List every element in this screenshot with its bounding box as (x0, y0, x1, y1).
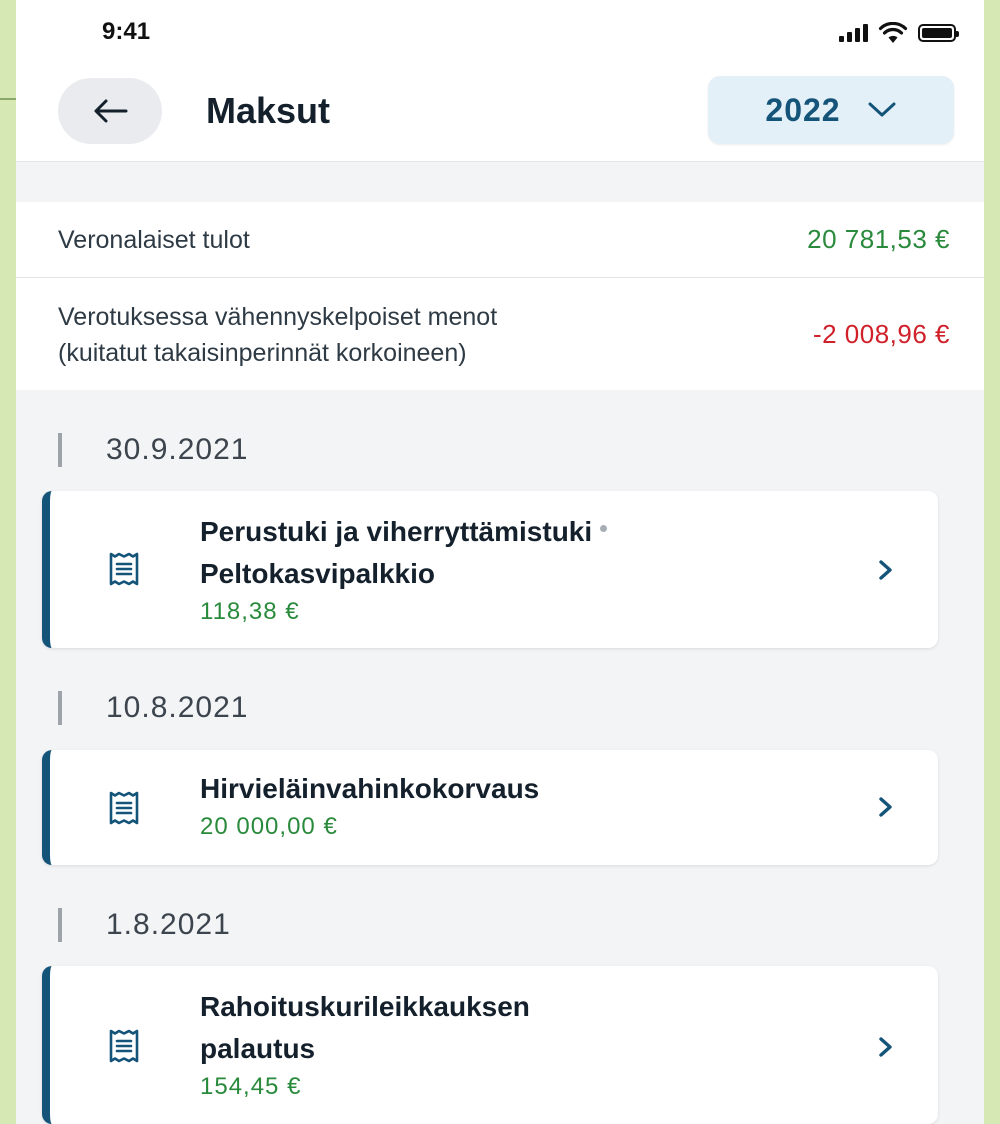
deductible-label-line2: (kuitatut takaisinperinnät korkoineen) (58, 339, 467, 367)
payment-subtitle: palautus (200, 1033, 316, 1064)
battery-icon (918, 24, 959, 42)
chevron-right-icon (878, 1036, 894, 1063)
receipt-icon (108, 551, 140, 592)
date-heading: 10.8.2021 (58, 688, 248, 728)
date-text: 30.9.2021 (106, 433, 249, 466)
date-text: 10.8.2021 (106, 691, 249, 724)
receipt-icon (108, 790, 140, 831)
phone-screen: 9:41 Maksut 2022 Veronalaiset tulot 20 7… (16, 0, 984, 1124)
payment-card[interactable]: Rahoituskurileikkauksen palautus 154,45 … (42, 966, 938, 1124)
taxable-income-value: 20 781,53 € (807, 224, 950, 254)
arrow-left-icon (94, 99, 128, 123)
payment-card-body: Hirvieläinvahinkokorvaus 20 000,00 € (200, 768, 838, 844)
date-heading: 30.9.2021 (58, 430, 248, 470)
taxable-income-row: Veronalaiset tulot 20 781,53 € (16, 202, 984, 278)
payment-title: Perustuki ja viherryttämistuki (200, 511, 838, 553)
cellular-signal-icon (839, 24, 868, 42)
date-marker (58, 433, 62, 467)
taxable-income-label: Veronalaiset tulot (58, 226, 250, 254)
chevron-right-icon (878, 796, 894, 823)
income-summary: Veronalaiset tulot 20 781,53 € Verotukse… (16, 202, 984, 390)
date-heading: 1.8.2021 (58, 905, 231, 945)
payment-title: Rahoituskurileikkauksen (200, 991, 530, 1022)
date-marker (58, 691, 62, 725)
date-text: 1.8.2021 (106, 908, 231, 941)
payment-amount: 118,38 € (200, 598, 300, 625)
year-select[interactable]: 2022 (708, 76, 954, 144)
payment-subtitle: Peltokasvipalkkio (200, 558, 436, 589)
chevron-down-icon (868, 102, 896, 117)
deductible-expenses-label: Verotuksessa vähennyskelpoiset menot (ku… (58, 299, 738, 371)
payment-card-body: Perustuki ja viherryttämistuki Peltokasv… (200, 511, 838, 629)
separator-dot-icon (600, 525, 608, 533)
status-bar: 9:41 (16, 0, 984, 64)
deductible-expenses-value: -2 008,96 € (812, 319, 950, 349)
back-button[interactable] (58, 78, 162, 144)
status-time: 9:41 (102, 18, 151, 45)
payment-card[interactable]: Perustuki ja viherryttämistuki Peltokasv… (42, 491, 938, 648)
chevron-right-icon (878, 559, 894, 586)
status-icons (839, 22, 959, 44)
page-title: Maksut (206, 90, 331, 131)
payment-title-line1: Perustuki ja viherryttämistuki (200, 516, 593, 547)
payment-amount: 20 000,00 € (200, 813, 338, 840)
deductible-expenses-row: Verotuksessa vähennyskelpoiset menot (ku… (16, 279, 984, 390)
app-header: Maksut 2022 (16, 64, 984, 162)
date-marker (58, 908, 62, 942)
wifi-icon (878, 22, 908, 43)
year-select-value: 2022 (765, 91, 841, 128)
deductible-label-line1: Verotuksessa vähennyskelpoiset menot (58, 303, 498, 331)
receipt-icon (108, 1028, 140, 1069)
payment-amount: 154,45 € (200, 1073, 302, 1100)
payment-card-body: Rahoituskurileikkauksen palautus 154,45 … (200, 986, 838, 1104)
payment-card[interactable]: Hirvieläinvahinkokorvaus 20 000,00 € (42, 750, 938, 865)
payment-title: Hirvieläinvahinkokorvaus (200, 773, 540, 804)
